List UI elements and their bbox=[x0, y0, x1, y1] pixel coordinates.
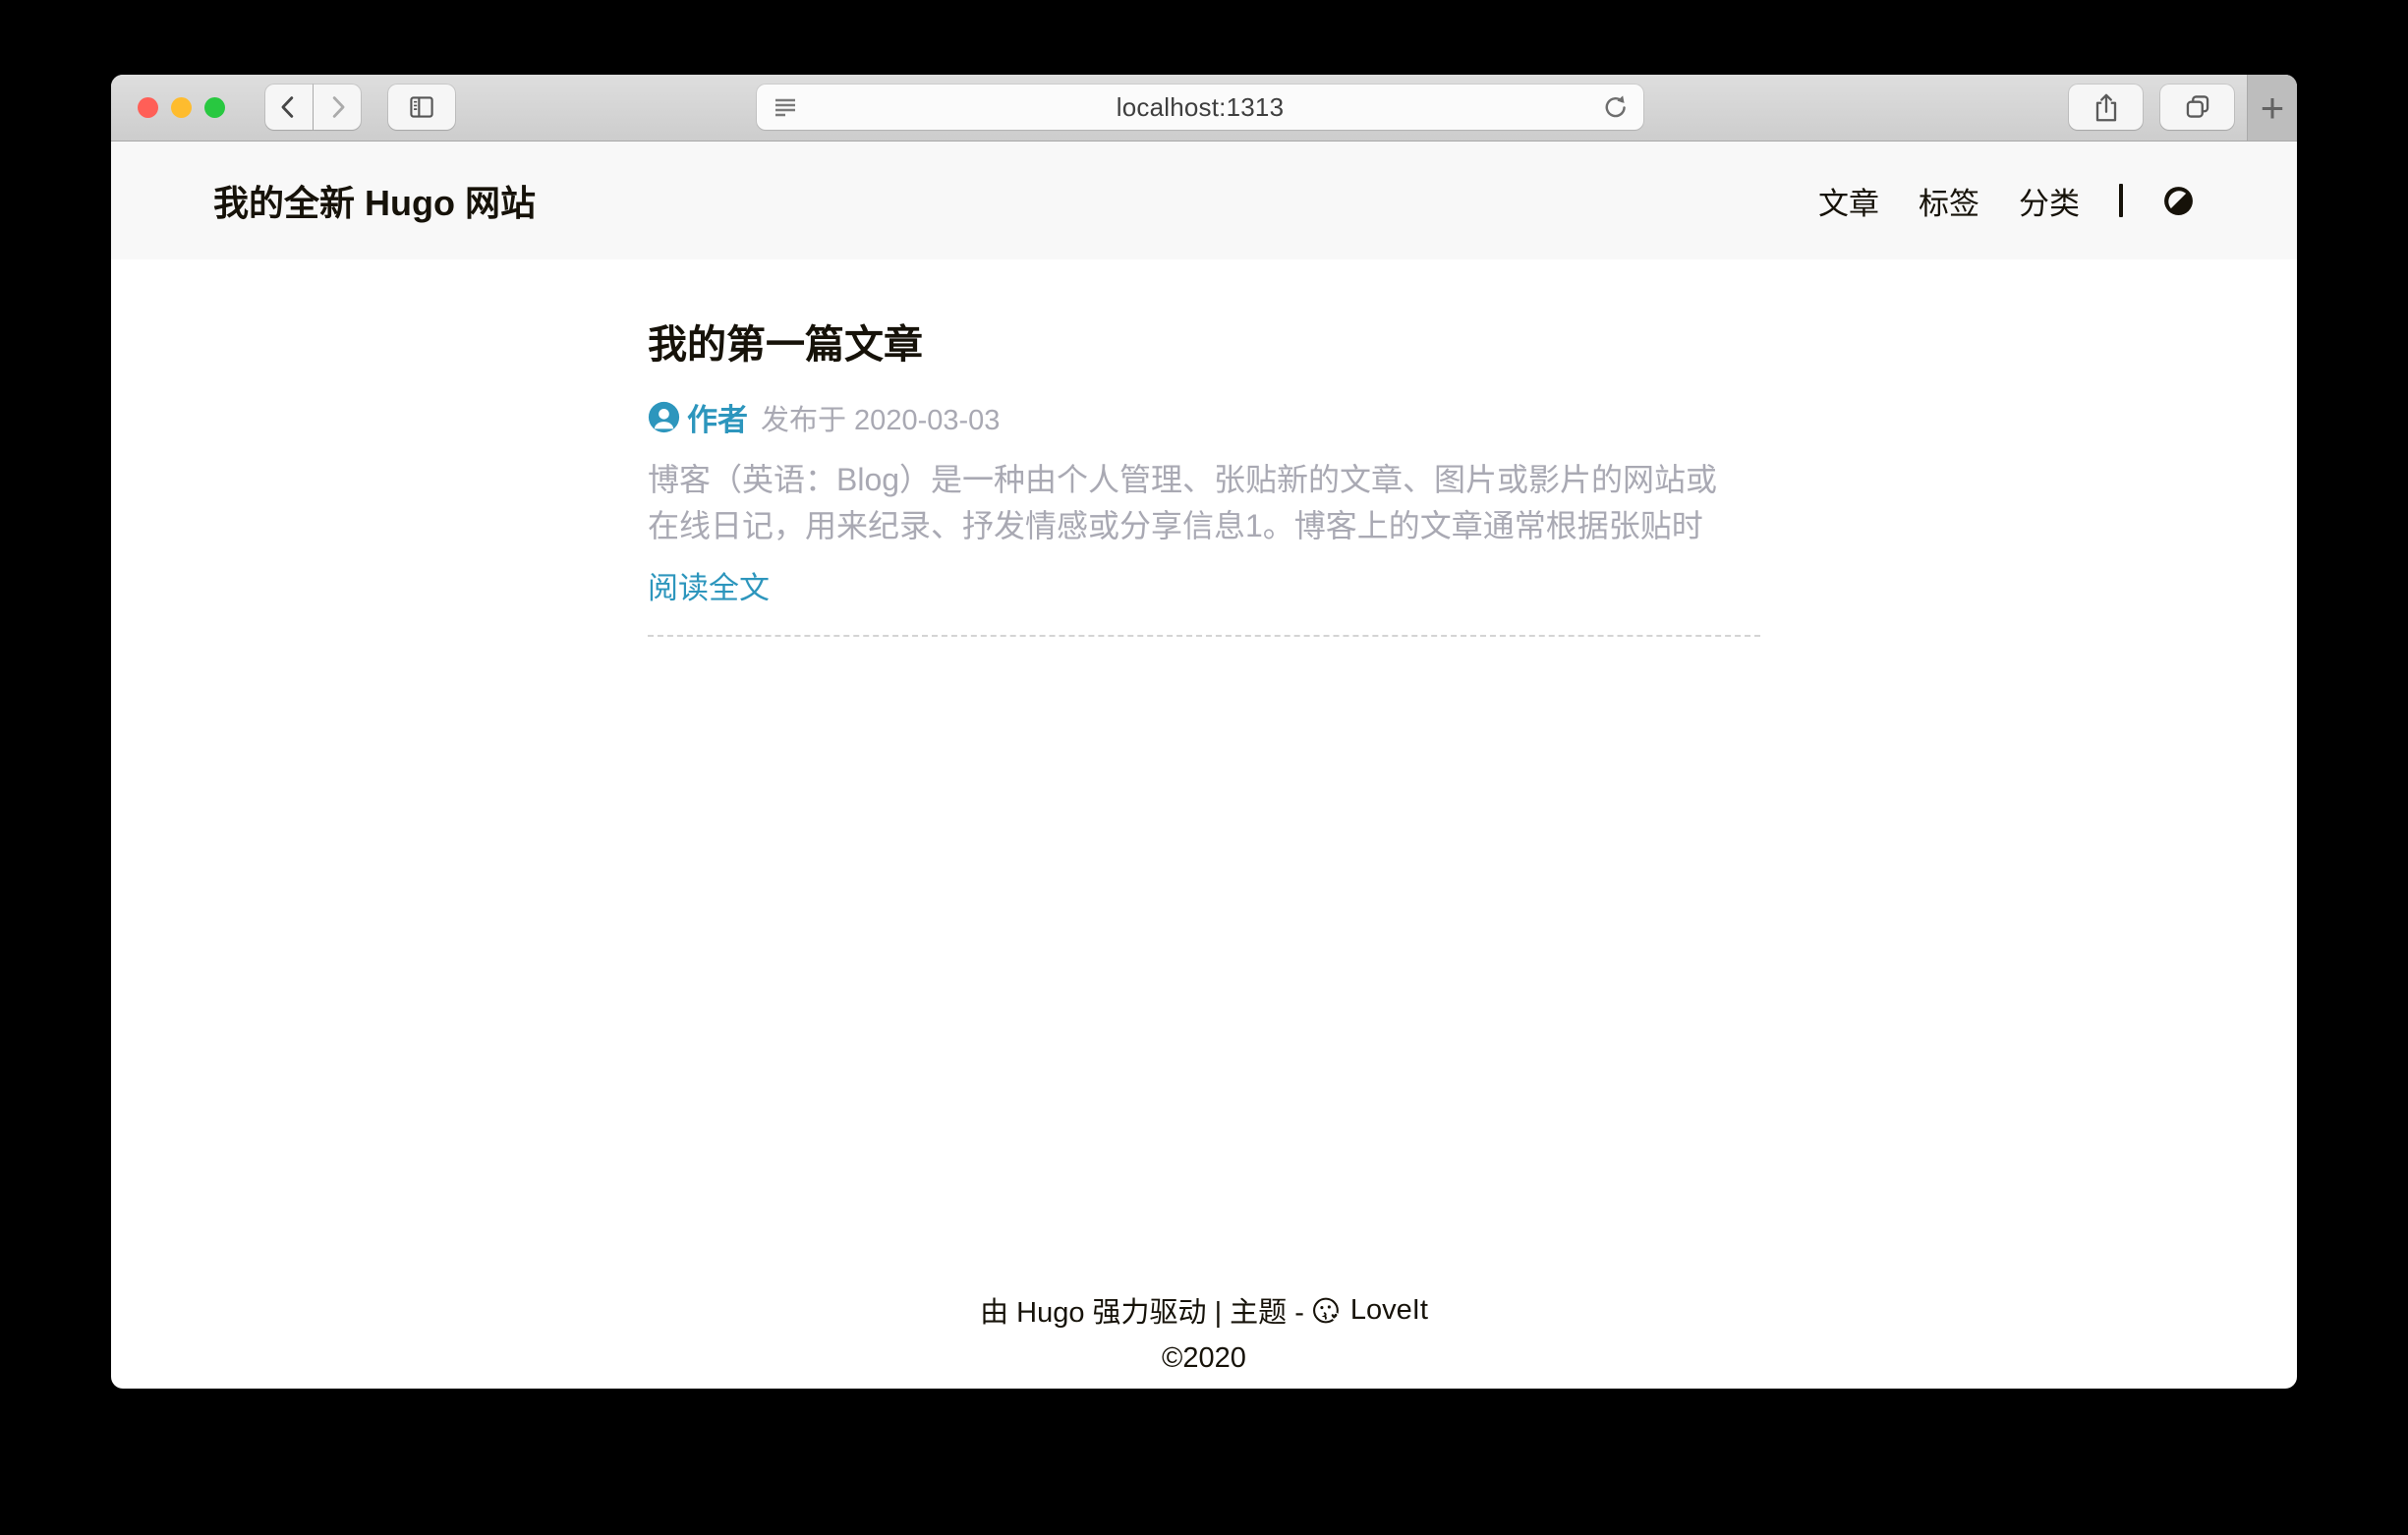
chevron-right-icon bbox=[322, 92, 352, 122]
post-title[interactable]: 我的第一篇文章 bbox=[648, 313, 1760, 370]
footer-powered-by: 由 Hugo 强力驱动 | 主题 - LoveIt bbox=[111, 1289, 2297, 1331]
read-more-link[interactable]: 阅读全文 bbox=[648, 563, 770, 607]
reader-lines-icon[interactable] bbox=[771, 92, 800, 122]
summary-line: 博客（英语：Blog）是一种由个人管理、张贴新的文章、图片或影片的网站或 bbox=[648, 457, 1760, 503]
minimize-window-button[interactable] bbox=[171, 97, 192, 118]
browser-window: localhost:1313 bbox=[111, 75, 2297, 1389]
sidebar-toggle-button[interactable] bbox=[388, 85, 455, 130]
address-bar[interactable]: localhost:1313 bbox=[757, 85, 1643, 130]
tab-overview-button[interactable] bbox=[2160, 85, 2234, 130]
share-icon bbox=[2089, 89, 2124, 125]
summary-line: 在线日记，用来纪录、抒发情感或分享信息1。博客上的文章通常根据张贴时 bbox=[648, 503, 1760, 549]
url-text[interactable]: localhost:1313 bbox=[800, 92, 1600, 123]
chevron-left-icon bbox=[274, 92, 304, 122]
publish-date: 发布于 2020-03-03 bbox=[761, 397, 1000, 438]
forward-button[interactable] bbox=[314, 85, 361, 130]
post-divider bbox=[648, 635, 1760, 637]
page-content: 我的第一篇文章 作者 发布于 bbox=[111, 259, 2297, 1289]
plus-icon: + bbox=[2261, 87, 2285, 129]
powered-by-text: 由 Hugo 强力驱动 | 主题 - bbox=[980, 1289, 1304, 1331]
close-window-button[interactable] bbox=[138, 97, 158, 118]
reload-icon[interactable] bbox=[1600, 92, 1630, 122]
theme-link[interactable]: LoveIt bbox=[1350, 1294, 1428, 1327]
new-tab-button[interactable]: + bbox=[2247, 75, 2297, 141]
traffic-lights bbox=[138, 97, 225, 118]
site-nav: 文章 标签 分类 bbox=[1818, 179, 2195, 223]
zoom-window-button[interactable] bbox=[204, 97, 225, 118]
sidebar-toggle-icon bbox=[404, 89, 439, 125]
site-header: 我的全新 Hugo 网站 文章 标签 分类 bbox=[111, 142, 2297, 259]
theme-contrast-icon[interactable] bbox=[2162, 185, 2195, 217]
nav-item-tags[interactable]: 标签 bbox=[1919, 179, 1979, 223]
post-summary: 博客（英语：Blog）是一种由个人管理、张贴新的文章、图片或影片的网站或 在线日… bbox=[648, 457, 1760, 549]
site-footer: 由 Hugo 强力驱动 | 主题 - LoveIt ©2020 bbox=[111, 1289, 2297, 1389]
share-button[interactable] bbox=[2069, 85, 2143, 130]
nav-item-posts[interactable]: 文章 bbox=[1818, 179, 1879, 223]
post-meta: 作者 发布于 2020-03-03 bbox=[648, 395, 1760, 439]
author-avatar-icon bbox=[648, 401, 680, 433]
author-name: 作者 bbox=[687, 395, 748, 439]
browser-toolbar: localhost:1313 bbox=[111, 75, 2297, 142]
post-summary-card: 我的第一篇文章 作者 发布于 bbox=[648, 259, 1760, 637]
site-title[interactable]: 我的全新 Hugo 网站 bbox=[213, 175, 536, 226]
tab-overview-icon bbox=[2180, 89, 2215, 125]
footer-copyright: ©2020 bbox=[111, 1342, 2297, 1375]
nav-item-categories[interactable]: 分类 bbox=[2019, 179, 2080, 223]
nav-separator bbox=[2119, 184, 2123, 217]
back-button[interactable] bbox=[265, 85, 313, 130]
kiss-face-icon bbox=[1312, 1295, 1343, 1326]
author-link[interactable]: 作者 bbox=[648, 395, 748, 439]
